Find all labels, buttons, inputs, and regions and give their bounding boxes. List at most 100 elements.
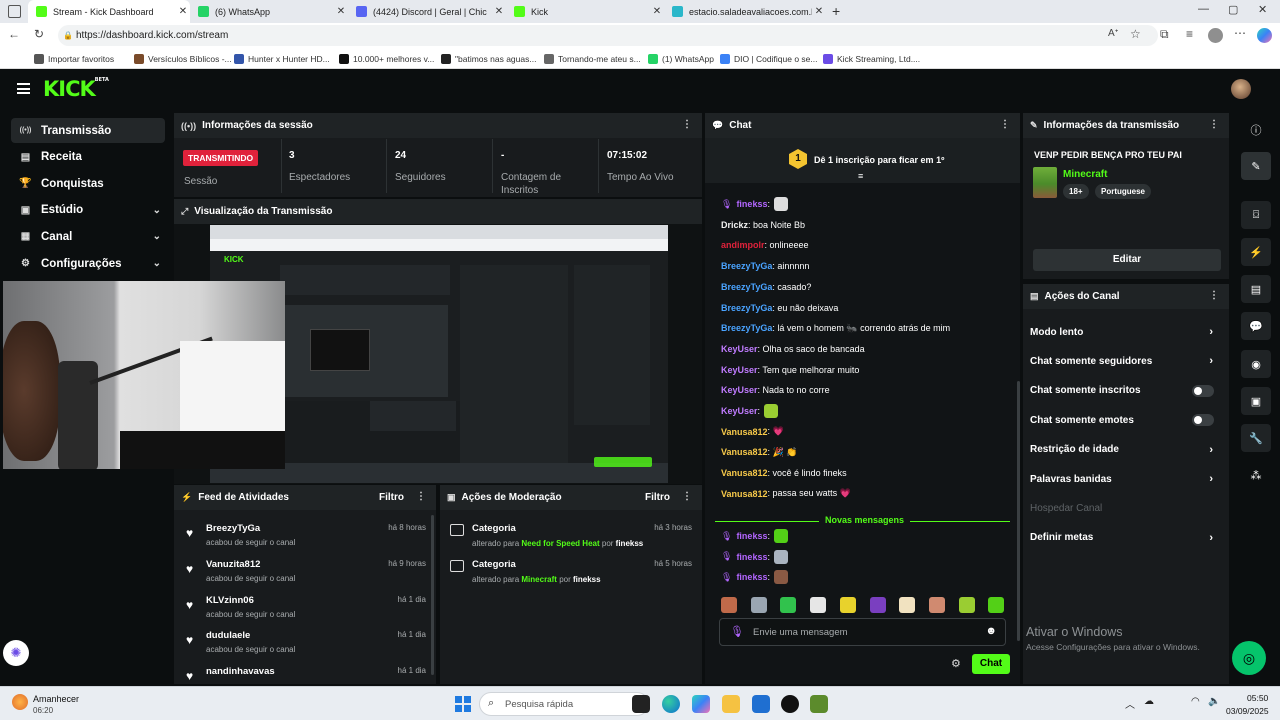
bookmark-item[interactable]: Importar favoritos bbox=[34, 48, 114, 69]
lightning-rail-icon[interactable]: ⚡ bbox=[1241, 238, 1271, 266]
tab-close-icon[interactable]: ✕ bbox=[812, 6, 826, 17]
chat-username[interactable]: finekss bbox=[736, 199, 767, 209]
feed-item[interactable]: ♥ nandinhavavas há 1 dia bbox=[174, 663, 436, 686]
emote-shortcut-icon[interactable] bbox=[839, 597, 856, 613]
chat-message[interactable]: 🎙 finekss: bbox=[721, 548, 1006, 566]
collapse-icon[interactable]: ≡ bbox=[858, 171, 863, 181]
info-rail-icon[interactable]: ⓘ bbox=[1241, 116, 1271, 144]
chat-message[interactable]: BreezyTyGa: ainnnnn bbox=[721, 257, 1006, 275]
favorite-star-icon[interactable]: ☆ bbox=[1130, 27, 1141, 41]
sidebar-item-estudio[interactable]: ▣ Estúdio ⌄ bbox=[11, 198, 165, 223]
channel-action-1[interactable]: Chat somente seguidores › bbox=[1023, 347, 1219, 375]
task-view-icon[interactable] bbox=[632, 695, 650, 713]
chat-message[interactable]: Drickz: boa Noite Bb bbox=[721, 216, 1006, 234]
browser-tab[interactable]: Kick ✕ bbox=[506, 0, 664, 23]
emoji-picker-icon[interactable]: ☻ bbox=[985, 625, 997, 637]
hamburger-menu-icon[interactable] bbox=[17, 83, 30, 94]
browser-tab[interactable]: estacio.saladeavaliacoes.com.br/a✕ bbox=[664, 0, 826, 23]
bookmark-item[interactable]: Hunter x Hunter HD... bbox=[234, 48, 330, 69]
chat-username[interactable]: andimpolr bbox=[721, 240, 765, 250]
chat-scrollbar[interactable] bbox=[1017, 381, 1020, 641]
feed-item[interactable]: ♥ Vanuzita812 acabou de seguir o canal há 9… bbox=[174, 556, 436, 592]
channel-action-3[interactable]: Chat somente emotes bbox=[1023, 406, 1219, 434]
emote-shortcut-icon[interactable] bbox=[988, 597, 1005, 613]
sidebar-item-configuracoes[interactable]: ⚙ Configurações ⌄ bbox=[11, 251, 165, 276]
kebab-menu-icon[interactable]: ⋮ bbox=[1000, 119, 1010, 130]
channel-action-2[interactable]: Chat somente inscritos bbox=[1023, 377, 1219, 405]
chat-message[interactable]: BreezyTyGa: lá vem o homem 🐜 correndo at… bbox=[721, 319, 1006, 337]
chat-username[interactable]: Drickz bbox=[721, 220, 748, 230]
kebab-menu-icon[interactable]: ⋮ bbox=[682, 119, 692, 130]
browser-tab[interactable]: (4424) Discord | Geral | Chic ✕ bbox=[348, 0, 506, 23]
sidebar-item-transmissao[interactable]: ((•)) Transmissão bbox=[11, 118, 165, 143]
kebab-menu-icon[interactable]: ⋮ bbox=[1209, 119, 1219, 130]
chat-username[interactable]: Vanusa812 bbox=[721, 468, 768, 478]
tab-close-icon[interactable]: ✕ bbox=[650, 6, 664, 17]
sidebar-item-receita[interactable]: ▤ Receita bbox=[11, 145, 165, 170]
camera-rail-icon[interactable]: ⌼ bbox=[1241, 201, 1271, 229]
chat-username[interactable]: BreezyTyGa bbox=[721, 303, 772, 313]
emote-shortcut-icon[interactable] bbox=[958, 597, 975, 613]
apps-rail-icon[interactable]: ⁂ bbox=[1241, 461, 1271, 489]
store-icon[interactable] bbox=[752, 695, 770, 713]
channel-action-0[interactable]: Modo lento › bbox=[1023, 318, 1219, 346]
channel-action-5[interactable]: Palavras banidas › bbox=[1023, 465, 1219, 493]
url-input[interactable]: 🔒 https://dashboard.kick.com/stream bbox=[58, 25, 1158, 46]
moderation-category[interactable]: Minecraft bbox=[521, 575, 557, 584]
wifi-icon[interactable]: ◠ bbox=[1191, 696, 1200, 707]
chat-message[interactable]: KeyUser: Tem que melhorar muito bbox=[721, 361, 1006, 379]
moderation-user[interactable]: finekss bbox=[616, 539, 644, 548]
edit-stream-button[interactable]: Editar bbox=[1033, 249, 1221, 271]
bookmark-item[interactable]: Tornando-me ateu s... bbox=[544, 48, 641, 69]
chat-username[interactable]: finekss bbox=[736, 531, 767, 541]
chat-username[interactable]: finekss bbox=[736, 552, 767, 562]
tab-close-icon[interactable]: ✕ bbox=[492, 6, 506, 17]
chat-message[interactable]: KeyUser: bbox=[721, 402, 1006, 420]
tab-close-icon[interactable]: ✕ bbox=[176, 6, 190, 17]
chat-username[interactable]: Vanusa812 bbox=[721, 427, 768, 437]
edit-rail-icon[interactable]: ✎ bbox=[1241, 152, 1271, 180]
emote-shortcut-icon[interactable] bbox=[869, 597, 886, 613]
favorites-icon[interactable]: ≡ bbox=[1186, 27, 1193, 41]
scrollbar[interactable] bbox=[431, 515, 434, 675]
emote-shortcut-icon[interactable] bbox=[928, 597, 945, 613]
kebab-menu-icon[interactable]: ⋮ bbox=[416, 491, 426, 502]
extension-floating-icon[interactable]: ✺ bbox=[3, 640, 29, 666]
feed-item[interactable]: ♥ dudulaele acabou de seguir o canal há 1 d… bbox=[174, 627, 436, 663]
read-aloud-icon[interactable]: Aᐩ bbox=[1108, 28, 1119, 39]
browser-tab[interactable]: (6) WhatsApp ✕ bbox=[190, 0, 348, 23]
filter-button[interactable]: Filtro bbox=[379, 492, 404, 503]
copilot-icon[interactable] bbox=[1257, 28, 1272, 43]
emote-shortcut-icon[interactable] bbox=[810, 597, 827, 613]
chat-message[interactable]: 🎙 finekss: bbox=[721, 568, 1006, 586]
moderation-category[interactable]: Need for Speed Heat bbox=[521, 539, 599, 548]
chat-username[interactable]: BreezyTyGa bbox=[721, 282, 772, 292]
broadcast-rail-icon[interactable]: ◉ bbox=[1241, 350, 1271, 378]
moderation-item[interactable]: Categoria alterado para Minecraft por fin… bbox=[440, 556, 702, 592]
close-window-button[interactable]: ✕ bbox=[1258, 3, 1267, 16]
profile-avatar[interactable] bbox=[1208, 28, 1223, 43]
minecraft-icon[interactable] bbox=[810, 695, 828, 713]
tools-rail-icon[interactable]: 🔧 bbox=[1241, 424, 1271, 452]
clock-time[interactable]: 05:50 bbox=[1247, 693, 1268, 703]
document-rail-icon[interactable]: ▤ bbox=[1241, 275, 1271, 303]
bookmark-item[interactable]: 10.000+ melhores v... bbox=[339, 48, 434, 69]
chat-message[interactable]: andimpolr: onlineeee bbox=[721, 236, 1006, 254]
back-icon[interactable]: ← bbox=[8, 27, 20, 41]
chat-username[interactable]: Vanusa812 bbox=[721, 489, 768, 499]
chat-message[interactable]: KeyUser: Olha os saco de bancada bbox=[721, 340, 1006, 358]
tab-close-icon[interactable]: ✕ bbox=[334, 6, 348, 17]
emote-shortcut-icon[interactable] bbox=[750, 597, 767, 613]
feed-item[interactable]: ♥ KLVzinn06 acabou de seguir o canal há 1 d… bbox=[174, 592, 436, 628]
chat-username[interactable]: KeyUser bbox=[721, 385, 758, 395]
chat-message[interactable]: BreezyTyGa: casado? bbox=[721, 278, 1006, 296]
channel-action-7[interactable]: Definir metas › bbox=[1023, 524, 1219, 552]
sidebar-item-conquistas[interactable]: 🏆 Conquistas bbox=[11, 171, 165, 196]
chat-username[interactable]: BreezyTyGa bbox=[721, 323, 772, 333]
chat-message[interactable]: Vanusa812: 🎉 👏 bbox=[721, 443, 1006, 461]
chat-message[interactable]: Vanusa812: 💗 bbox=[721, 423, 1006, 441]
browser-tab[interactable]: Stream - Kick Dashboard ✕ bbox=[28, 0, 190, 23]
chat-username[interactable]: BreezyTyGa bbox=[721, 261, 772, 271]
volume-icon[interactable]: 🔈 bbox=[1208, 696, 1220, 707]
reload-icon[interactable]: ↻ bbox=[34, 27, 44, 41]
